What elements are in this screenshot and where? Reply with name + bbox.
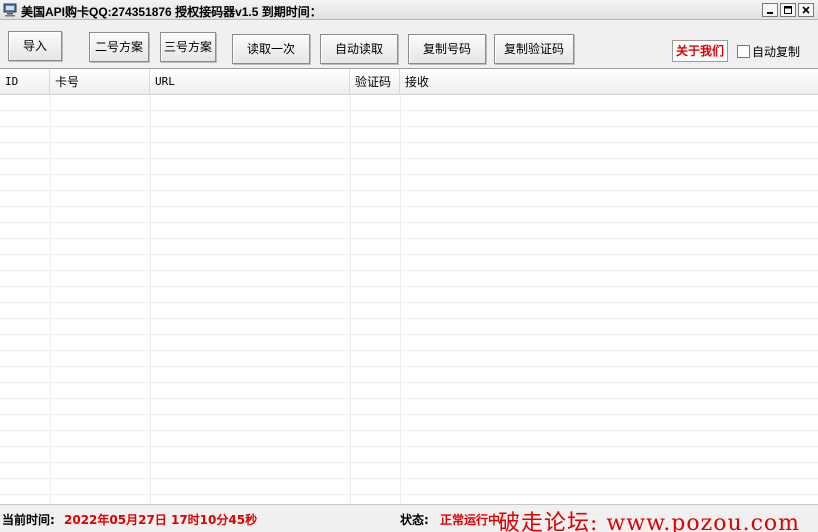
result-list[interactable]: ID 卡号 URL 验证码 接收 (0, 68, 818, 504)
list-row[interactable] (0, 447, 818, 463)
maximize-button[interactable] (780, 3, 796, 17)
list-row[interactable] (0, 95, 818, 111)
list-row[interactable] (0, 287, 818, 303)
title-bar[interactable]: 美国API购卡QQ:274351876 授权接码器v1.5 到期时间： (0, 0, 818, 20)
list-row[interactable] (0, 463, 818, 479)
auto-read-button[interactable]: 自动读取 (320, 34, 398, 64)
column-header-code[interactable]: 验证码 (350, 69, 400, 95)
list-row[interactable] (0, 127, 818, 143)
column-header-receive[interactable]: 接收 (400, 69, 818, 95)
list-header: ID 卡号 URL 验证码 接收 (0, 69, 818, 95)
column-divider (350, 95, 351, 504)
list-row[interactable] (0, 367, 818, 383)
plan2-button[interactable]: 二号方案 (89, 32, 149, 62)
list-body[interactable] (0, 95, 818, 504)
status-bar: 当前时间: 2022年05月27日 17时10分45秒 状态: 正常运行中 破走… (0, 504, 818, 532)
list-row[interactable] (0, 207, 818, 223)
list-row[interactable] (0, 111, 818, 127)
list-row[interactable] (0, 303, 818, 319)
watermark-text: 破走论坛: www.pozou.com (498, 511, 801, 532)
list-row[interactable] (0, 479, 818, 495)
about-us-button[interactable]: 关于我们 (672, 40, 728, 62)
current-time-value: 2022年05月27日 17时10分45秒 (64, 513, 258, 527)
state-value: 正常运行中 (440, 513, 501, 527)
list-row[interactable] (0, 319, 818, 335)
list-row[interactable] (0, 175, 818, 191)
column-header-url[interactable]: URL (150, 69, 350, 95)
list-row[interactable] (0, 143, 818, 159)
import-button[interactable]: 导入 (8, 31, 62, 61)
list-row[interactable] (0, 159, 818, 175)
plan3-button[interactable]: 三号方案 (160, 32, 216, 62)
state-label: 状态: (400, 513, 429, 527)
column-divider (50, 95, 51, 504)
current-time-label: 当前时间: (2, 513, 55, 527)
computer-icon (3, 3, 17, 17)
auto-copy-label: 自动复制 (752, 44, 801, 59)
window-title: 美国API购卡QQ:274351876 授权接码器v1.5 到期时间： (21, 5, 322, 19)
read-once-button[interactable]: 读取一次 (232, 34, 310, 64)
maximize-icon (784, 3, 792, 17)
list-row[interactable] (0, 399, 818, 415)
copy-code-button[interactable]: 复制验证码 (494, 34, 574, 64)
close-icon (802, 3, 810, 17)
column-header-card[interactable]: 卡号 (50, 69, 150, 95)
list-row[interactable] (0, 415, 818, 431)
column-divider (400, 95, 401, 504)
auto-copy-checkbox[interactable]: 自动复制 (737, 43, 800, 59)
column-divider (150, 95, 151, 504)
list-row[interactable] (0, 255, 818, 271)
minimize-button[interactable] (762, 3, 778, 17)
minimize-icon (766, 3, 774, 17)
list-row[interactable] (0, 239, 818, 255)
list-row[interactable] (0, 223, 818, 239)
list-row[interactable] (0, 271, 818, 287)
list-row[interactable] (0, 335, 818, 351)
column-header-id[interactable]: ID (0, 69, 50, 95)
checkbox-box[interactable] (737, 44, 750, 58)
list-row[interactable] (0, 191, 818, 207)
copy-number-button[interactable]: 复制号码 (408, 34, 486, 64)
list-row[interactable] (0, 431, 818, 447)
close-button[interactable] (798, 3, 814, 17)
list-row[interactable] (0, 351, 818, 367)
list-row[interactable] (0, 383, 818, 399)
